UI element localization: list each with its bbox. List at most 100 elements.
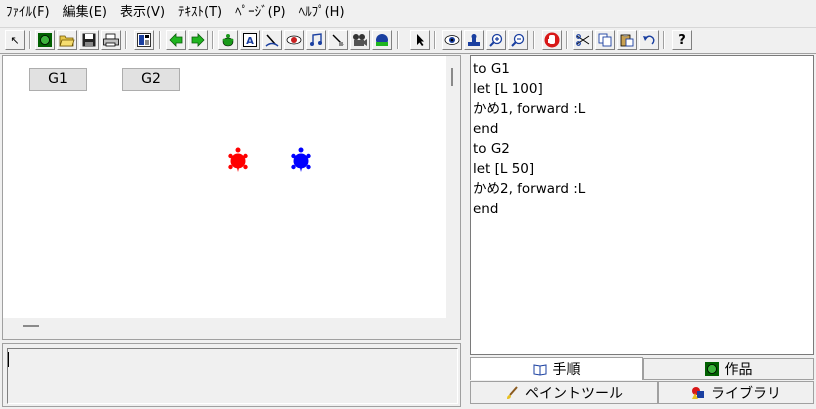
zoom-in-icon [489,33,503,47]
movie-icon [353,34,367,46]
editor-line: to G2 [473,141,510,157]
print-button[interactable] [101,30,121,50]
movie-button[interactable] [350,30,370,50]
stop-hand-icon [544,32,560,48]
canvas-horizontal-scroll-thumb[interactable] [23,325,39,327]
drawing-button[interactable] [262,30,282,50]
layout-button[interactable] [134,30,154,50]
work-icon [704,362,719,376]
zoom-out-button[interactable] [508,30,528,50]
cut-icon [576,34,590,46]
new-icon [38,33,52,47]
canvas-horizontal-scrollbar[interactable] [3,318,446,339]
menu-view[interactable]: 表示(V) [113,0,171,25]
paste-icon [620,34,634,47]
save-button[interactable] [79,30,99,50]
tab-procedure[interactable]: 手順 [470,357,643,380]
select-button[interactable] [410,30,430,50]
menu-bar: ﾌｧｲﾙ(F) 編集(E) 表示(V) ﾃｷｽﾄ(T) ﾍﾟｰｼﾞ(P) ﾍﾙﾌ… [0,0,816,25]
copy-icon [598,33,612,47]
image-button[interactable] [284,30,304,50]
layout-icon [137,33,151,47]
undo-icon [643,35,655,45]
tab-work[interactable]: 作品 [643,358,814,380]
menu-help[interactable]: ﾍﾙﾌﾟ(H) [292,0,351,25]
music-icon [310,33,322,46]
svg-text:A: A [246,36,254,47]
open-button[interactable] [57,30,77,50]
forward-button[interactable] [188,30,208,50]
paste-button[interactable] [617,30,637,50]
toolbar-separator [159,31,161,49]
open-folder-icon [59,35,75,47]
turtle-icon [222,34,234,47]
music-button[interactable] [306,30,326,50]
text-box-icon: A [243,33,257,47]
toolbar-separator [125,31,127,49]
save-icon [82,33,96,47]
menu-page[interactable]: ﾍﾟｰｼﾞ(P) [228,0,291,25]
view-button[interactable] [442,30,462,50]
back-arrow-icon [169,33,183,47]
library-icon [692,386,704,399]
tab-procedure-label: 手順 [552,362,581,378]
editor-line: to G1 [473,61,510,77]
command-input[interactable] [7,348,458,404]
page-canvas[interactable]: G1 G2 [3,56,445,318]
editor-line: let [L 100] [473,81,543,97]
tab-paint-tool[interactable]: ペイントツール [470,381,658,404]
editor-line: かめ2, forward :L [473,181,586,197]
toolbar-separator [397,31,399,49]
zoom-in-button[interactable] [486,30,506,50]
copy-button[interactable] [595,30,615,50]
menu-file[interactable]: ﾌｧｲﾙ(F) [0,0,56,25]
cut-button[interactable] [573,30,593,50]
menu-edit[interactable]: 編集(E) [56,0,113,25]
slider-icon [332,34,344,46]
tab-library[interactable]: ライブラリ [658,381,814,404]
tab-library-label: ライブラリ [711,385,781,402]
pointer-tool-button[interactable]: ↖ [5,30,25,50]
menu-text[interactable]: ﾃｷｽﾄ(T) [171,0,228,25]
print-icon [103,33,119,47]
editor-line: end [473,201,499,217]
g1-button[interactable]: G1 [29,68,87,91]
toolbar-separator [533,31,535,49]
turtle-button[interactable] [218,30,238,50]
canvas-vertical-scrollbar[interactable] [446,56,460,339]
toolbar: ↖ A ? [0,27,816,54]
stop-button[interactable] [542,30,562,50]
toolbar-separator [566,31,568,49]
procedure-editor[interactable]: to G1 let [L 100] かめ1, forward :L end to… [470,55,814,355]
slider-button[interactable] [328,30,348,50]
editor-line: end [473,121,499,137]
forward-arrow-icon [191,33,205,47]
book-icon [533,364,546,376]
globe-button[interactable] [372,30,392,50]
stamp-icon [468,34,480,46]
toolbar-separator [434,31,436,49]
canvas-vertical-scroll-thumb[interactable] [451,68,453,86]
text-box-button[interactable]: A [240,30,260,50]
toolbar-separator [212,31,214,49]
turtle-red[interactable] [226,147,250,173]
editor-line: かめ1, forward :L [473,101,586,117]
help-icon: ? [678,32,686,48]
toolbar-separator [663,31,665,49]
back-button[interactable] [166,30,186,50]
new-button[interactable] [35,30,55,50]
g2-button[interactable]: G2 [122,68,180,91]
image-icon [286,35,302,45]
command-panel [2,343,461,407]
select-arrow-icon [417,34,424,46]
globe-icon [376,34,388,46]
zoom-out-icon [511,33,525,47]
undo-button[interactable] [639,30,659,50]
tab-work-label: 作品 [724,362,753,378]
help-button[interactable]: ? [672,30,692,50]
pointer-icon: ↖ [10,33,20,47]
brush-icon [507,385,518,399]
turtle-blue[interactable] [289,147,313,173]
stamp-button[interactable] [464,30,484,50]
toolbar-separator [29,31,31,49]
